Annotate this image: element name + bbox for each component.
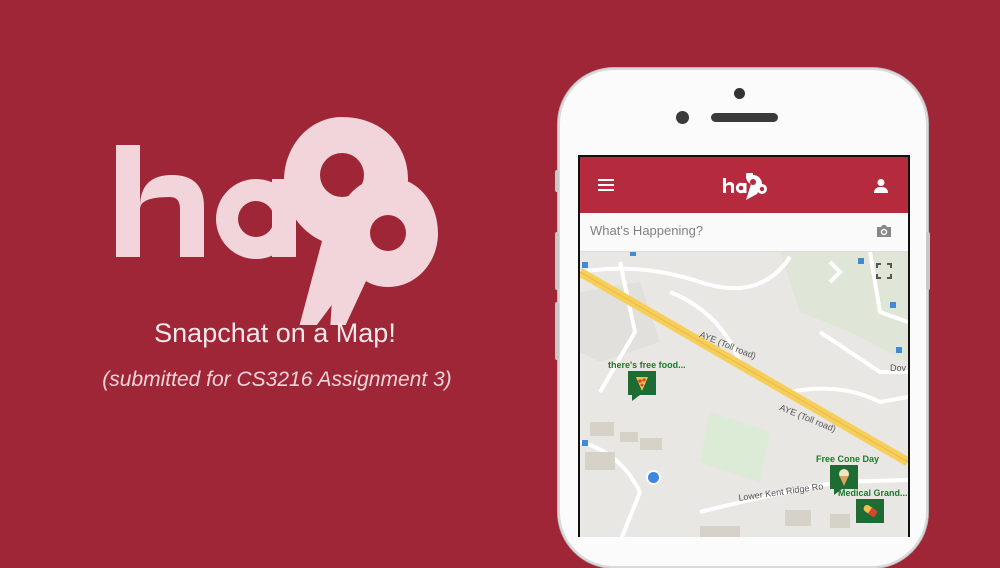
front-camera (676, 111, 689, 124)
pin-label: Free Cone Day (816, 454, 880, 464)
pill-pin-icon[interactable] (856, 499, 884, 529)
pin-label: Medical Grand... (838, 488, 908, 498)
power-button (926, 232, 930, 290)
app-logo (723, 173, 767, 200)
search-input[interactable] (590, 223, 860, 238)
subline: (submitted for CS3216 Assignment 3) (102, 368, 452, 391)
pizza-pin-icon[interactable] (628, 371, 656, 401)
road-label: Dov (890, 363, 907, 373)
camera-dot (734, 88, 745, 99)
search-bar (580, 213, 908, 252)
tagline: Snapchat on a Map! (154, 318, 396, 348)
camera-icon[interactable] (876, 224, 892, 238)
app-bar (580, 157, 908, 213)
pin-label: there's free food... (608, 360, 686, 370)
brand-logo (116, 117, 438, 325)
volume-down-button (555, 302, 559, 360)
menu-icon[interactable] (598, 178, 614, 192)
volume-up-button (555, 232, 559, 290)
mute-switch (555, 170, 559, 192)
phone-screen: AYE (Toll road) AYE (Toll road) Lower Ke… (578, 155, 910, 537)
user-icon[interactable] (873, 178, 889, 194)
current-location-marker (646, 470, 661, 485)
fullscreen-icon[interactable] (876, 263, 892, 279)
earpiece-speaker (711, 113, 778, 122)
